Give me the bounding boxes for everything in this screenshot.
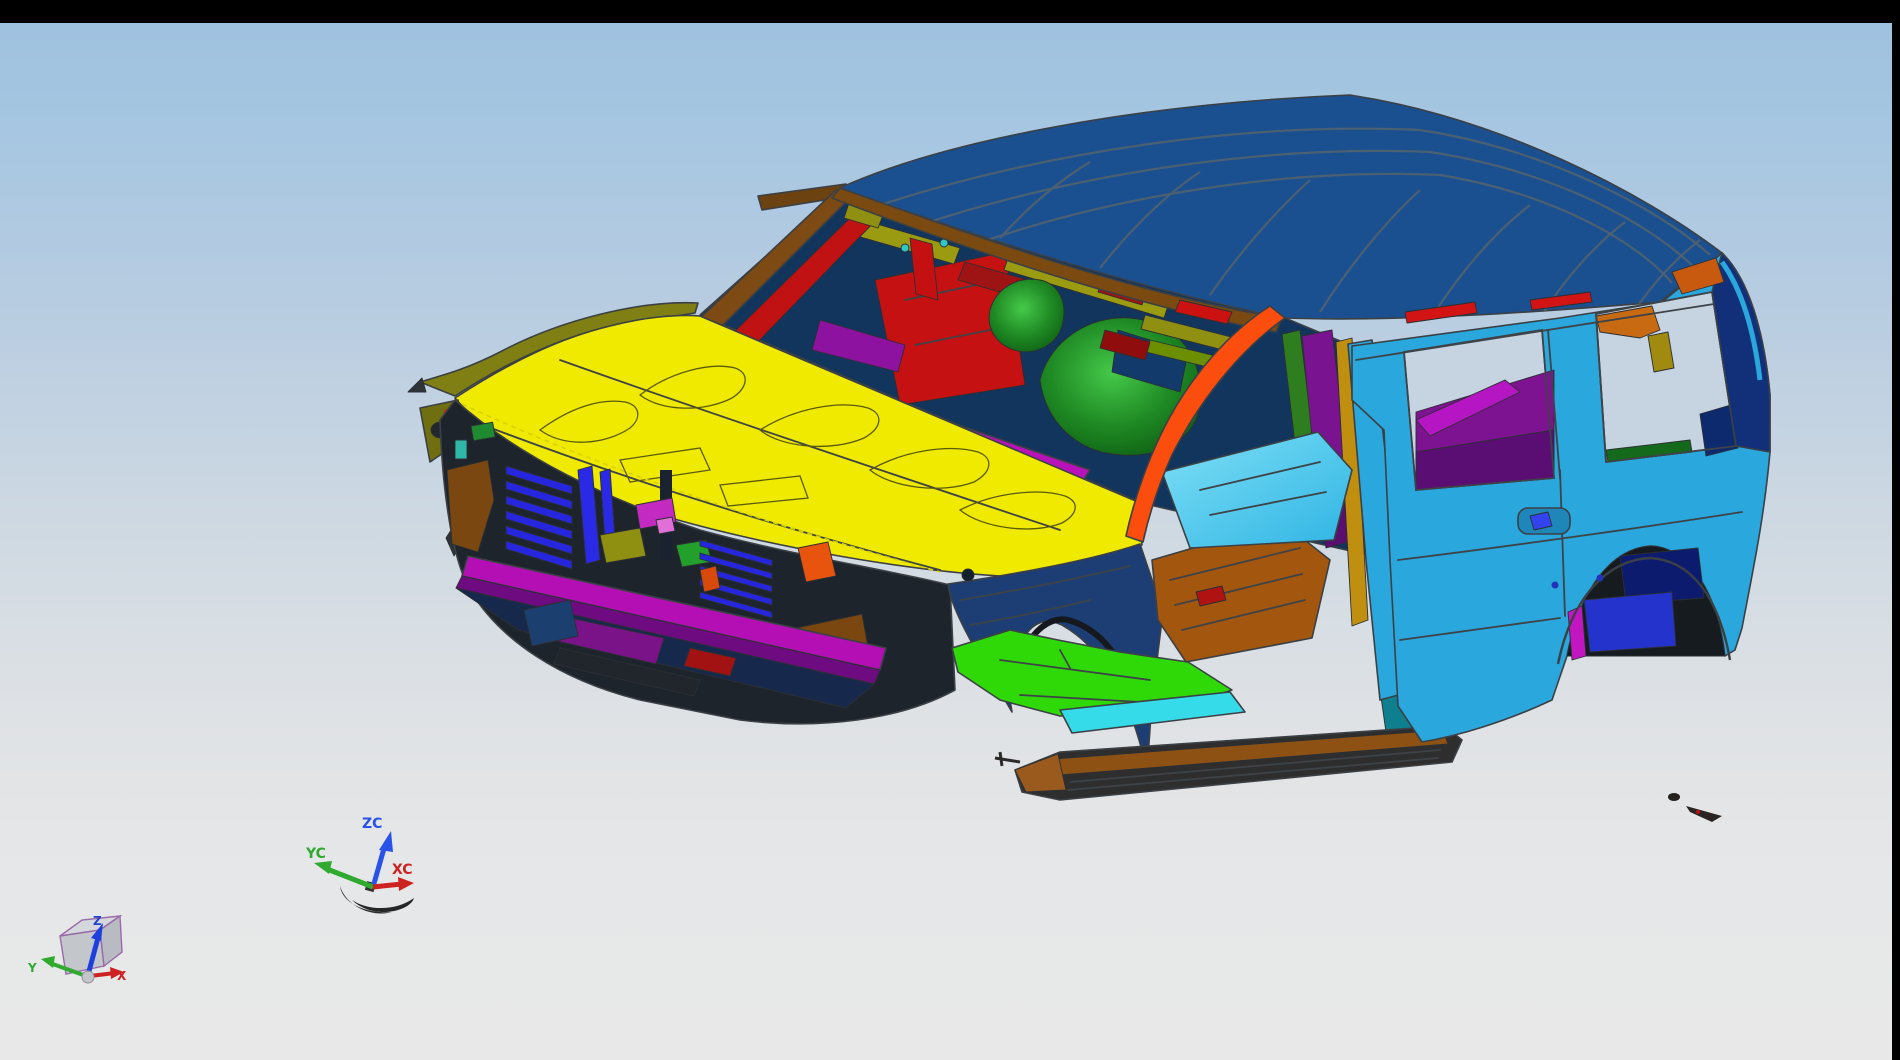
debris-dot[interactable] bbox=[1668, 793, 1680, 801]
car-body-model[interactable] bbox=[408, 95, 1770, 822]
debris-red-dot bbox=[1696, 810, 1700, 814]
radiator-pink[interactable] bbox=[656, 517, 675, 534]
view-y-arrowhead[interactable] bbox=[41, 956, 55, 968]
wcs-base-ring-2[interactable] bbox=[352, 898, 414, 912]
wcs-triad[interactable]: ZC YC XC bbox=[305, 816, 414, 914]
board-bracket bbox=[995, 752, 1020, 766]
front-orange-sliver[interactable] bbox=[700, 566, 720, 592]
fender-hole bbox=[962, 569, 974, 581]
teal-dot-1 bbox=[901, 244, 909, 252]
wcs-z-arrowhead[interactable] bbox=[379, 831, 393, 852]
quarter-blue-dot-2 bbox=[1597, 575, 1604, 582]
wcs-z-label: ZC bbox=[362, 816, 382, 832]
wcs-x-axis[interactable] bbox=[373, 884, 402, 887]
debris-sliver[interactable] bbox=[1686, 806, 1722, 822]
wcs-y-arrowhead[interactable] bbox=[314, 861, 332, 874]
model-scene[interactable]: ZC YC XC Z Y X bbox=[0, 0, 1900, 1060]
wcs-y-label: YC bbox=[305, 846, 326, 862]
wcs-x-label: XC bbox=[392, 862, 413, 878]
quarter-blue-dot-1 bbox=[1552, 582, 1559, 589]
running-board[interactable] bbox=[995, 726, 1462, 800]
wheel-well-blue-box[interactable] bbox=[1584, 592, 1676, 652]
front-teal-bit[interactable] bbox=[455, 440, 467, 459]
front-green-bit[interactable] bbox=[471, 422, 495, 441]
wcs-y-axis[interactable] bbox=[327, 869, 373, 887]
wcs-z-axis[interactable] bbox=[373, 845, 385, 887]
fender-rail-tip bbox=[408, 378, 426, 392]
view-y-label: Y bbox=[27, 961, 37, 975]
view-triad[interactable]: Z Y X bbox=[27, 914, 127, 983]
view-x-label: X bbox=[117, 969, 127, 983]
cad-viewport[interactable]: ZC YC XC Z Y X bbox=[0, 0, 1900, 1060]
wcs-x-arrowhead[interactable] bbox=[398, 877, 414, 891]
view-origin-sphere[interactable] bbox=[82, 971, 94, 983]
view-z-label: Z bbox=[93, 914, 102, 928]
